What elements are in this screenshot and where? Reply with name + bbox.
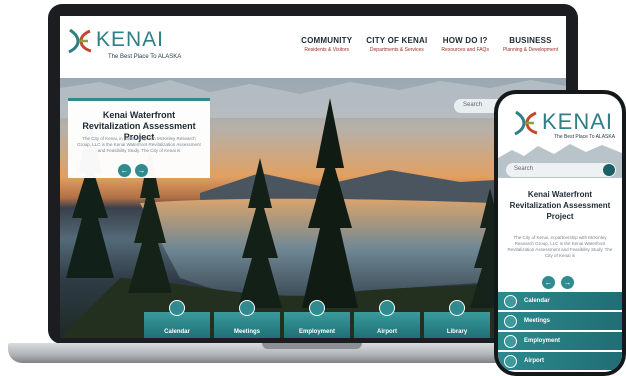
next-arrow-icon[interactable]: → — [135, 164, 148, 177]
nav-community[interactable]: COMMUNITY Residents & Visitors — [301, 36, 352, 53]
device-mockup: KENAI The Best Place To ALASKA COMMUNITY… — [0, 0, 626, 376]
search-placeholder: Search — [514, 166, 534, 172]
mobile-link-label: Calendar — [524, 298, 550, 304]
quick-link-label: Airport — [377, 329, 397, 335]
prev-arrow-icon[interactable]: ← — [118, 164, 131, 177]
next-arrow-icon[interactable]: → — [561, 276, 574, 289]
quick-link-calendar[interactable]: Calendar — [144, 300, 210, 338]
nav-subtitle: Resources and FAQs — [441, 47, 489, 53]
quick-link-meetings[interactable]: Meetings — [214, 300, 280, 338]
nav-subtitle: Residents & Visitors — [304, 47, 350, 53]
nav-title: BUSINESS — [509, 36, 552, 45]
nav-title: CITY OF KENAI — [366, 36, 428, 45]
quick-link-airport[interactable]: Airport — [354, 300, 420, 338]
quick-link-label: Employment — [298, 329, 335, 335]
nav-subtitle: Departments & Services — [369, 47, 424, 53]
nav-business[interactable]: BUSINESS Planning & Development — [503, 36, 558, 53]
kenai-logo[interactable]: KENAI — [66, 28, 164, 54]
hero-banner: Search Kenai Waterfront Revitalization A… — [60, 78, 566, 338]
airplane-icon — [504, 355, 517, 368]
nav-title: HOW DO I? — [442, 36, 488, 45]
mobile-link-label: Airport — [524, 358, 544, 364]
search-placeholder: Search — [463, 102, 483, 108]
book-icon — [449, 300, 465, 316]
mobile-search-input[interactable]: Search — [506, 163, 616, 177]
mobile-link-calendar[interactable]: Calendar — [498, 292, 622, 312]
mobile-link-label: Meetings — [524, 318, 551, 324]
feature-pager: ← → — [118, 164, 148, 177]
people-icon — [504, 335, 517, 348]
people-icon — [309, 300, 325, 316]
logo-tagline: The Best Place To ALASKA — [108, 54, 182, 60]
logo-wordmark: KENAI — [96, 28, 165, 51]
prev-arrow-icon[interactable]: ← — [542, 276, 555, 289]
quick-link-employment[interactable]: Employment — [284, 300, 350, 338]
search-go-icon[interactable] — [603, 164, 615, 176]
clock-icon — [239, 300, 255, 316]
mobile-link-airport[interactable]: Airport — [498, 352, 622, 372]
laptop-screen: KENAI The Best Place To ALASKA COMMUNITY… — [60, 16, 566, 338]
main-nav: COMMUNITY Residents & Visitors CITY OF K… — [301, 36, 558, 53]
phone-frame: KENAI The Best Place To ALASKA Search Ke… — [494, 90, 626, 376]
laptop-notch — [262, 343, 362, 349]
feature-body: The City of Kenai, in partnership with M… — [77, 136, 201, 153]
mobile-feature-title[interactable]: Kenai Waterfront Revitalization Assessme… — [502, 189, 618, 222]
nav-city-of-kenai[interactable]: CITY OF KENAI Departments & Services — [366, 36, 427, 53]
nav-how-do-i[interactable]: HOW DO I? Resources and FAQs — [441, 36, 489, 53]
clock-icon — [504, 315, 517, 328]
nav-title: COMMUNITY — [301, 36, 353, 45]
mobile-link-label: Employment — [524, 338, 561, 344]
quick-link-label: Meetings — [233, 329, 260, 335]
mobile-quick-links: Calendar Meetings Employment Airport — [498, 292, 622, 372]
mobile-feature-pager: ← → — [542, 276, 574, 289]
quick-link-label: Calendar — [164, 329, 190, 335]
feature-accent-bar — [68, 98, 210, 101]
phone-screen: KENAI The Best Place To ALASKA Search Ke… — [498, 94, 622, 372]
quick-link-label: Library — [446, 329, 468, 335]
quick-links: Calendar Meetings Employment Airport Lib… — [144, 300, 490, 338]
airplane-icon — [379, 300, 395, 316]
kenai-mark-icon — [512, 110, 540, 136]
mobile-feature-body: The City of Kenai, in partnership with M… — [507, 235, 613, 258]
quick-link-library[interactable]: Library — [424, 300, 490, 338]
mobile-link-meetings[interactable]: Meetings — [498, 312, 622, 332]
logo-wordmark: KENAI — [542, 109, 614, 134]
nav-subtitle: Planning & Development — [502, 47, 558, 53]
site-header: KENAI The Best Place To ALASKA COMMUNITY… — [60, 16, 566, 78]
mobile-kenai-logo[interactable]: KENAI — [512, 110, 613, 136]
mobile-link-employment[interactable]: Employment — [498, 332, 622, 352]
calendar-icon — [169, 300, 185, 316]
kenai-mark-icon — [66, 28, 94, 54]
calendar-icon — [504, 295, 517, 308]
